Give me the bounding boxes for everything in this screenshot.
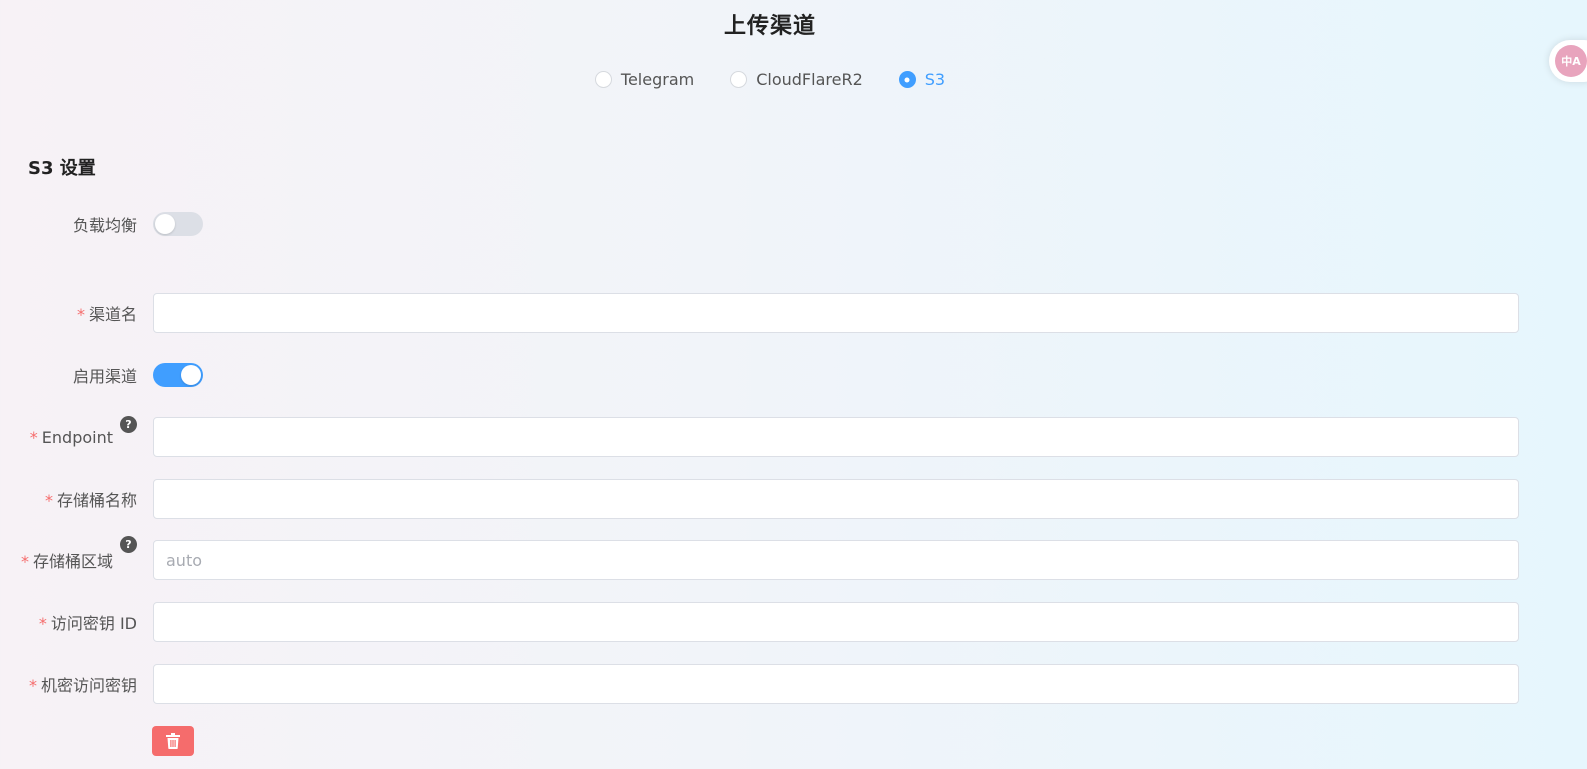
radio-label: S3 (924, 70, 946, 89)
required-mark: * (76, 305, 85, 324)
switch-knob (155, 214, 175, 234)
required-mark: * (38, 614, 47, 633)
form-row-endpoint: * Endpoint ? (0, 415, 1540, 457)
form-row-channel-name: * 渠道名 (0, 293, 1540, 333)
section-title: S3 设置 (28, 158, 96, 179)
secret-access-key-input[interactable] (153, 664, 1519, 704)
form-row-bucket-region: * 存储桶区域 ? (0, 536, 1540, 580)
radio-dot[interactable] (594, 71, 612, 88)
radio-s3[interactable]: S3 (898, 70, 946, 89)
channel-radio-group: Telegram CloudFlareR2 S3 (0, 70, 1540, 89)
translate-icon: 中A (1555, 45, 1587, 77)
switch-knob (181, 365, 201, 385)
delete-button[interactable] (152, 726, 194, 756)
load-balance-switch[interactable] (153, 212, 203, 236)
question-circle-icon[interactable]: ? (120, 415, 137, 433)
field-label: * 访问密钥 ID (38, 614, 137, 633)
channel-name-input[interactable] (153, 293, 1519, 333)
bucket-name-input[interactable] (153, 479, 1519, 519)
page-title: 上传渠道 (723, 14, 816, 39)
translate-button[interactable]: 中A (1549, 40, 1587, 82)
field-label: * 存储桶区域 ? (0, 536, 137, 572)
field-label: 负载均衡 (72, 216, 137, 235)
form-row-load-balance: 负载均衡 (0, 204, 1540, 244)
endpoint-input[interactable] (153, 417, 1519, 457)
access-key-id-input[interactable] (153, 602, 1519, 642)
field-label: * 机密访问密钥 (28, 676, 137, 695)
required-mark: * (28, 676, 37, 695)
form-row-secret-access-key: * 机密访问密钥 (0, 664, 1540, 704)
bucket-region-input[interactable] (153, 540, 1519, 580)
field-label: * 存储桶名称 (44, 491, 137, 510)
required-mark: * (44, 491, 53, 510)
radio-dot[interactable] (730, 71, 748, 88)
radio-telegram[interactable]: Telegram (594, 70, 695, 89)
field-label: 启用渠道 (72, 367, 137, 386)
enable-channel-switch[interactable] (153, 363, 203, 387)
form-row-access-key-id: * 访问密钥 ID (0, 602, 1540, 642)
form-row-bucket-name: * 存储桶名称 (0, 479, 1540, 519)
radio-label: Telegram (620, 70, 695, 89)
radio-cloudflarer2[interactable]: CloudFlareR2 (730, 70, 863, 89)
question-circle-icon[interactable]: ? (120, 536, 137, 553)
required-mark: * (29, 427, 38, 447)
field-label: * 渠道名 (76, 305, 137, 324)
trash-icon (166, 733, 180, 749)
radio-dot[interactable] (898, 71, 916, 88)
field-label: * Endpoint ? (0, 415, 137, 447)
radio-label: CloudFlareR2 (756, 70, 863, 89)
form-row-enable-channel: 启用渠道 (0, 355, 1540, 395)
required-mark: * (20, 552, 29, 571)
